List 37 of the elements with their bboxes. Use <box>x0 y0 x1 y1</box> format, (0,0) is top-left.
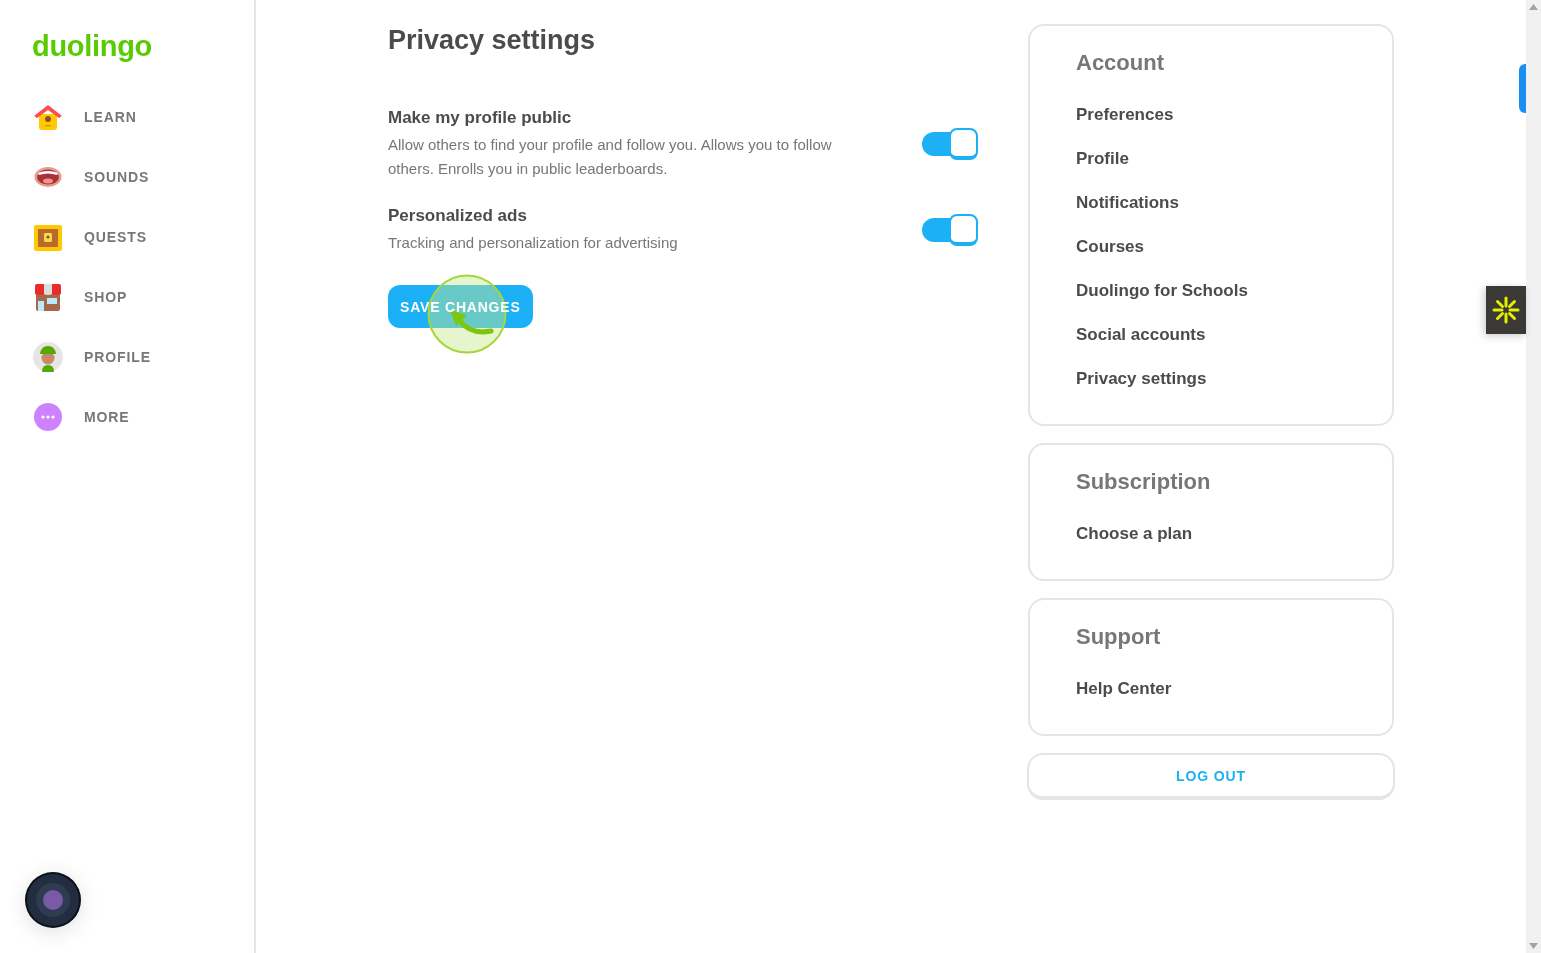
setting-description: Allow others to find your profile and follow you. Allows you to follow others. Enrolls you in public leaderboards. <box>388 135 833 179</box>
avatar-icon <box>33 342 63 372</box>
nav-link[interactable]: QUESTS <box>16 213 238 261</box>
scrollbar-track[interactable] <box>1526 0 1541 953</box>
shop-icon <box>33 282 63 312</box>
setting-title: Make my profile public <box>388 107 572 129</box>
settings-link[interactable]: Duolingo for Schools <box>1076 279 1248 303</box>
settings-link[interactable]: Preferences <box>1076 103 1174 127</box>
nav-link[interactable]: MORE <box>16 393 238 441</box>
settings-link[interactable]: Help Center <box>1076 677 1172 701</box>
toggle-switch[interactable] <box>922 213 978 246</box>
floating-orb-icon[interactable] <box>24 871 82 929</box>
settings-link[interactable]: Notifications <box>1076 191 1179 215</box>
settings-link[interactable]: Courses <box>1076 235 1145 259</box>
card-heading: Support <box>1076 623 1161 651</box>
nav-link[interactable]: PROFILE <box>16 333 238 381</box>
settings-link[interactable]: Social accounts <box>1076 323 1206 347</box>
widget-button[interactable] <box>1486 286 1526 334</box>
side-tab[interactable] <box>1519 64 1526 113</box>
more-icon <box>33 402 63 432</box>
house-icon <box>33 102 63 132</box>
toggle-switch[interactable] <box>922 127 978 160</box>
setting-description: Tracking and personalization for advertising <box>388 233 678 253</box>
asterisk-icon <box>1492 296 1520 324</box>
chest-icon <box>33 222 63 252</box>
setting-title: Personalized ads <box>388 205 527 227</box>
settings-link[interactable]: Choose a plan <box>1076 522 1193 546</box>
settings-link[interactable]: Profile <box>1076 147 1129 171</box>
nav-link[interactable]: LEARN <box>16 93 238 141</box>
scroll-down-icon[interactable] <box>1529 943 1538 949</box>
card-heading: Account <box>1076 49 1164 77</box>
nav-link[interactable]: SHOP <box>16 273 238 321</box>
card-heading: Subscription <box>1076 468 1211 496</box>
nav-link[interactable]: SOUNDS <box>16 153 238 201</box>
scroll-up-icon[interactable] <box>1529 4 1538 10</box>
settings-link[interactable]: Privacy settings <box>1076 367 1207 391</box>
page-title: Privacy settings <box>388 24 596 57</box>
